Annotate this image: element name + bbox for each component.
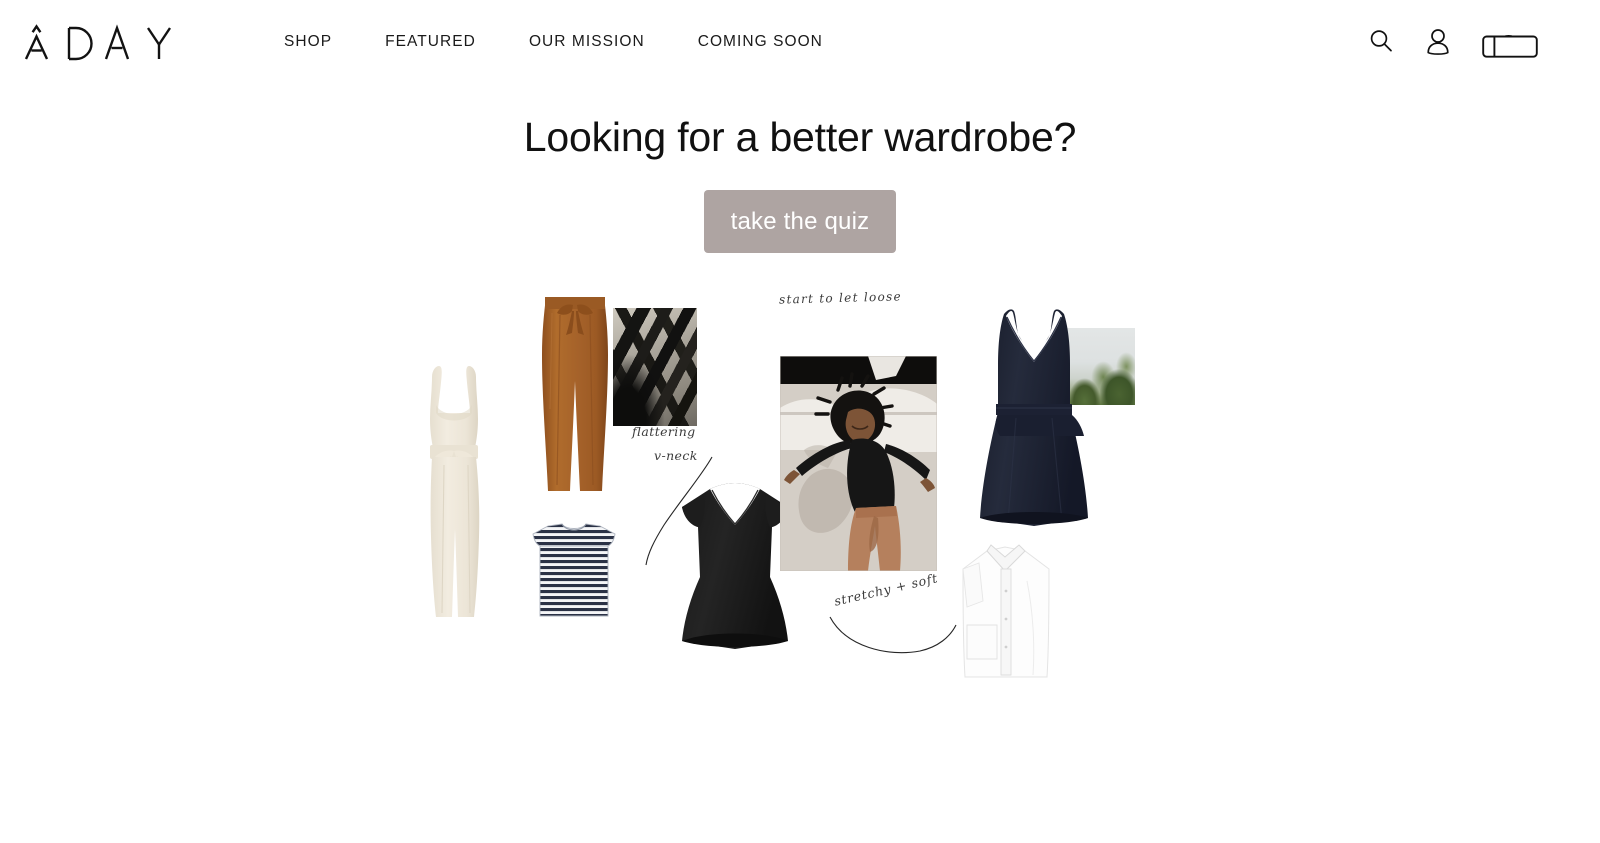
nav-item-our-mission[interactable]: OUR MISSION [529,31,645,53]
nav-item-coming-soon[interactable]: COMING SOON [698,31,823,53]
hero-section: Looking for a better wardrobe? take the … [0,112,1600,253]
striped-tee-graphic [532,523,616,617]
bag-icon[interactable] [1482,24,1538,58]
nav-item-shop[interactable]: SHOP [284,31,332,53]
header-icon-group [1368,24,1538,58]
product-striped-tee[interactable] [528,518,620,618]
nav-item-featured[interactable]: FEATURED [385,31,476,53]
navy-dress-graphic [980,309,1088,526]
photo-agave-leaves[interactable] [613,308,697,426]
hero-cta-wrap: take the quiz [0,190,1600,253]
search-icon[interactable] [1368,28,1394,54]
jumpsuit-graphic [430,366,480,617]
site-header: SHOP FEATURED OUR MISSION COMING SOON [0,0,1600,86]
account-icon[interactable] [1425,27,1451,55]
connector-curve-stretchy [829,616,957,654]
brand-logo-mark [24,24,171,61]
hero-title: Looking for a better wardrobe? [523,114,1077,160]
product-pants-rust[interactable] [532,289,618,499]
product-navy-dress[interactable] [978,304,1090,528]
main-nav: SHOP FEATURED OUR MISSION COMING SOON [284,31,823,53]
annotation-line-1: flattering [632,424,696,439]
brand-logo[interactable] [22,20,174,66]
white-shirt-graphic [962,544,1050,678]
product-vneck-top-black[interactable] [676,481,794,651]
pants-graphic [542,297,608,491]
vneck-top-graphic [682,483,788,649]
photo-model-dancing[interactable] [779,355,938,572]
annotation-let-loose: start to let loose [778,289,903,307]
model-photo-graphic [779,355,938,572]
product-white-shirt[interactable] [957,541,1053,681]
take-the-quiz-button[interactable]: take the quiz [704,190,896,253]
product-jumpsuit-cream[interactable] [408,361,500,623]
product-collage: flattering v-neck start to let loose str… [0,285,1600,805]
